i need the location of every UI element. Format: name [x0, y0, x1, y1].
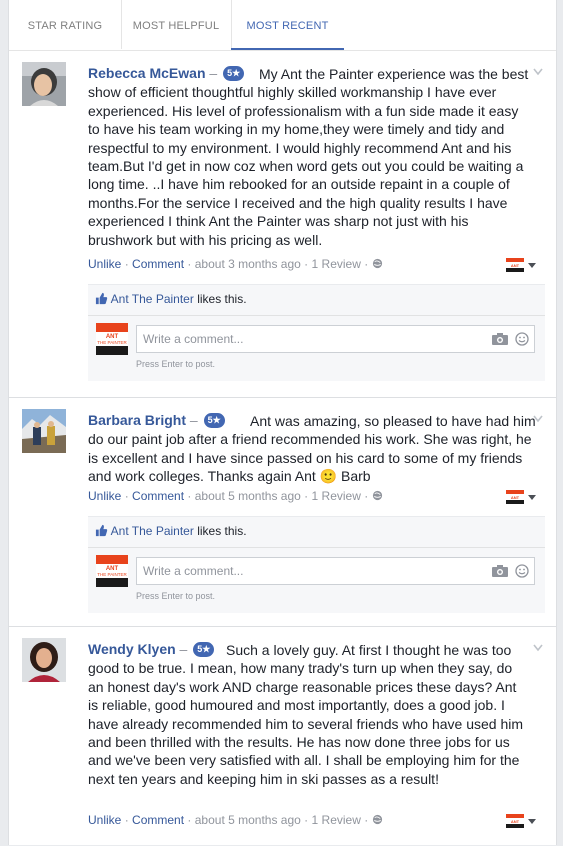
- thumbs-up-icon: [95, 524, 108, 537]
- page-logo-icon[interactable]: ANT: [506, 490, 524, 504]
- unlike-link[interactable]: Unlike: [88, 813, 121, 827]
- svg-text:ANT: ANT: [511, 263, 520, 268]
- chevron-down-icon[interactable]: [533, 644, 543, 652]
- reviews-panel: STAR RATING MOST HELPFUL MOST RECENT Reb…: [8, 0, 557, 845]
- meta-dot: ·: [304, 813, 309, 827]
- page-logo-icon[interactable]: ANT: [506, 258, 524, 272]
- svg-text:THE PAINTER: THE PAINTER: [97, 340, 127, 345]
- reviews-tab-bar: STAR RATING MOST HELPFUL MOST RECENT: [9, 0, 556, 51]
- feedback-box: Ant The Painter likes this. ANT THE PAINT…: [88, 516, 545, 613]
- chevron-down-icon[interactable]: [533, 68, 543, 76]
- tab-most-recent[interactable]: MOST RECENT: [231, 0, 344, 50]
- meta-dot: ·: [124, 257, 129, 271]
- unlike-link[interactable]: Unlike: [88, 489, 121, 503]
- likes-text: likes this.: [197, 524, 247, 538]
- review-count[interactable]: 1 Review: [312, 257, 361, 271]
- comment-link[interactable]: Comment: [132, 257, 184, 271]
- comment-placeholder: Write a comment...: [143, 332, 244, 346]
- timestamp[interactable]: about 5 months ago: [195, 489, 301, 503]
- comment-input[interactable]: Write a comment...: [136, 325, 535, 353]
- meta-dot: ·: [364, 489, 369, 503]
- avatar[interactable]: [22, 638, 66, 682]
- divider: [88, 547, 545, 548]
- liker-page-link[interactable]: Ant The Painter: [111, 524, 194, 538]
- camera-icon[interactable]: [492, 565, 508, 577]
- review-count[interactable]: 1 Review: [312, 489, 361, 503]
- avatar[interactable]: [22, 409, 66, 453]
- review-actions: Unlike · Comment · about 3 months ago · …: [88, 257, 383, 271]
- review-text: Ant was amazing, so pleased to have had …: [88, 413, 536, 485]
- tab-star-rating[interactable]: STAR RATING: [9, 0, 122, 49]
- review-actions: Unlike · Comment · about 5 months ago · …: [88, 489, 383, 503]
- smiley-icon[interactable]: [515, 564, 529, 578]
- meta-dot: ·: [124, 813, 129, 827]
- meta-dot: ·: [187, 813, 192, 827]
- review-actions: Unlike · Comment · about 5 months ago · …: [88, 813, 383, 827]
- globe-icon: [372, 258, 382, 269]
- meta-dot: ·: [187, 257, 192, 271]
- comment-placeholder: Write a comment...: [143, 564, 244, 578]
- review-card: Rebecca McEwan – 5★ My Ant the Painter e…: [9, 51, 556, 386]
- meta-dot: ·: [364, 257, 369, 271]
- commenter-avatar: ANTTHE PAINTER: [96, 323, 128, 355]
- review-text: My Ant the Painter experience was the be…: [88, 66, 529, 248]
- review-card: Barbara Bright – 5★ Ant was amazing, so …: [9, 397, 556, 618]
- review-count[interactable]: 1 Review: [312, 813, 361, 827]
- thumbs-up-icon: [95, 292, 108, 305]
- meta-dot: ·: [124, 489, 129, 503]
- feedback-box: Ant The Painter likes this. ANT THE PAINT…: [88, 284, 545, 381]
- press-enter-hint: Press Enter to post.: [136, 591, 216, 601]
- timestamp[interactable]: about 3 months ago: [195, 257, 301, 271]
- page-logo-icon[interactable]: ANT: [506, 814, 524, 828]
- svg-text:THE PAINTER: THE PAINTER: [97, 572, 127, 577]
- caret-down-icon[interactable]: [528, 263, 536, 268]
- camera-icon[interactable]: [492, 333, 508, 345]
- svg-text:ANT: ANT: [511, 495, 520, 500]
- likes-text: likes this.: [197, 292, 247, 306]
- globe-icon: [372, 814, 382, 825]
- press-enter-hint: Press Enter to post.: [136, 359, 216, 369]
- commenter-avatar: ANTTHE PAINTER: [96, 555, 128, 587]
- liker-page-link[interactable]: Ant The Painter: [111, 292, 194, 306]
- review-text: Such a lovely guy. At first I thought he…: [88, 642, 524, 787]
- smiley-icon[interactable]: [515, 332, 529, 346]
- globe-icon: [372, 490, 382, 501]
- caret-down-icon[interactable]: [528, 819, 536, 824]
- timestamp[interactable]: about 5 months ago: [195, 813, 301, 827]
- comment-link[interactable]: Comment: [132, 489, 184, 503]
- avatar[interactable]: [22, 62, 66, 106]
- review-card: Wendy Klyen – 5★ Such a lovely guy. At f…: [9, 626, 556, 846]
- comment-link[interactable]: Comment: [132, 813, 184, 827]
- meta-dot: ·: [364, 813, 369, 827]
- divider: [88, 315, 545, 316]
- meta-dot: ·: [304, 257, 309, 271]
- meta-dot: ·: [187, 489, 192, 503]
- like-summary: Ant The Painter likes this.: [95, 292, 247, 306]
- tab-most-helpful[interactable]: MOST HELPFUL: [121, 0, 232, 49]
- comment-input[interactable]: Write a comment...: [136, 557, 535, 585]
- unlike-link[interactable]: Unlike: [88, 257, 121, 271]
- like-summary: Ant The Painter likes this.: [95, 524, 247, 538]
- meta-dot: ·: [304, 489, 309, 503]
- svg-text:ANT: ANT: [511, 819, 520, 824]
- caret-down-icon[interactable]: [528, 495, 536, 500]
